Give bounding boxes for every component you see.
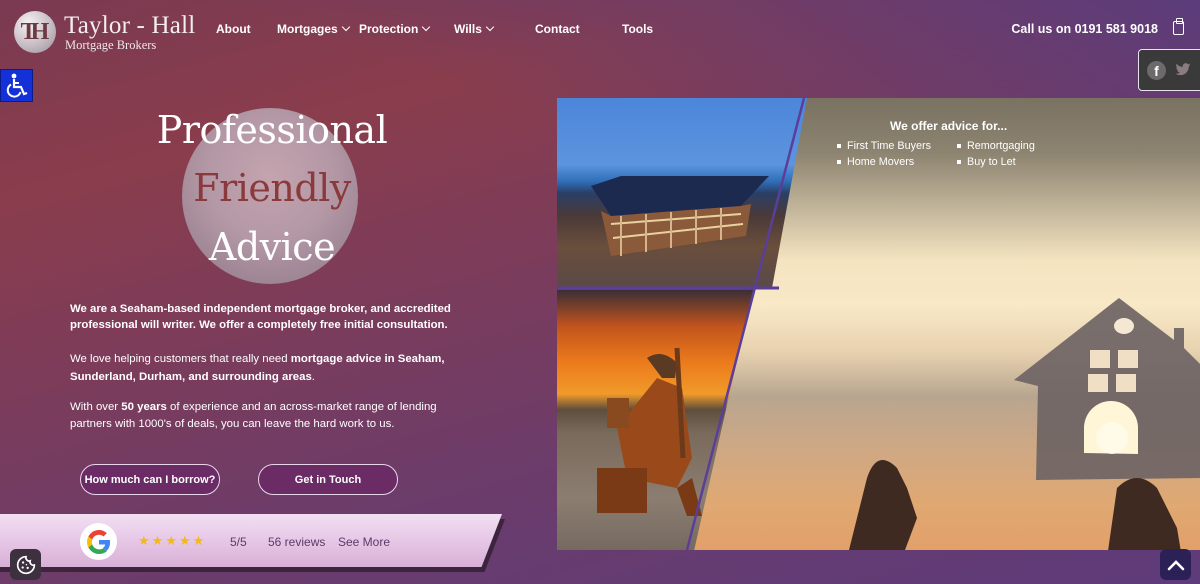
nav-label: Wills: [454, 22, 482, 36]
offer-heading: We offer advice for...: [890, 119, 1008, 133]
review-count: 56 reviews: [268, 535, 326, 549]
logo-title: Taylor - Hall: [64, 11, 196, 39]
text: initial consultation.: [340, 319, 448, 331]
chevron-up-icon: [1167, 559, 1184, 570]
hero-heading-line-2: Friendly: [193, 166, 351, 210]
seaham-building-photo: [557, 98, 807, 288]
star-icon: ★: [192, 533, 205, 548]
offer-item: Remortgaging: [957, 138, 1035, 154]
soldier-statue-illustration: [597, 347, 702, 516]
nav-label: Mortgages: [277, 22, 338, 36]
emphasis: completely free: [257, 319, 341, 331]
text: With over: [70, 401, 122, 413]
offer-list-left: First Time Buyers Home Movers: [837, 138, 931, 170]
experience-paragraph: With over 50 years of experience and an …: [70, 399, 470, 433]
back-to-top-button[interactable]: [1160, 549, 1191, 580]
hands-silhouette: [847, 460, 1182, 550]
star-icon: ★: [151, 533, 164, 548]
nav-item-contact[interactable]: Contact: [535, 22, 580, 36]
social-links: f: [1138, 49, 1200, 91]
cookie-icon: [16, 555, 35, 574]
star-icon: ★: [138, 533, 150, 548]
star-rating: ★ ★ ★ ★ ★: [138, 534, 204, 548]
chevron-down-icon: [485, 22, 495, 32]
chevron-down-icon: [422, 22, 431, 32]
twitter-icon[interactable]: [1175, 61, 1191, 77]
nav-label: Protection: [359, 22, 419, 36]
accessibility-button[interactable]: [0, 69, 33, 102]
logo-subtitle: Mortgage Brokers: [65, 37, 157, 52]
intro-paragraph: We are a Seaham-based independent mortga…: [70, 301, 470, 333]
clipboard-icon[interactable]: [1173, 18, 1184, 35]
star-icon: ★: [178, 533, 191, 548]
cookie-settings-button[interactable]: [10, 549, 41, 580]
nav-item-tools[interactable]: Tools: [622, 22, 653, 36]
logo-text: Taylor - Hall Mortgage Brokers: [64, 13, 195, 52]
building-illustration: [591, 176, 769, 256]
facebook-icon[interactable]: f: [1147, 61, 1166, 80]
google-reviews-bar: [0, 514, 502, 567]
wheelchair-icon: [6, 73, 27, 98]
nav-label: Contact: [535, 22, 580, 36]
how-much-can-i-borrow-button[interactable]: How much can I borrow?: [80, 464, 220, 495]
text: .: [311, 371, 315, 383]
star-icon: ★: [165, 533, 177, 548]
text: We love helping customers that really ne…: [70, 353, 291, 365]
get-in-touch-button[interactable]: Get in Touch: [258, 464, 398, 495]
chevron-down-icon: [341, 22, 350, 32]
nav-item-wills[interactable]: Wills: [454, 22, 495, 36]
nav-label: Tools: [622, 22, 654, 36]
emphasis: 50 years: [121, 401, 167, 413]
offer-item: Buy to Let: [957, 154, 1035, 170]
call-us-link[interactable]: Call us on 0191 581 9018: [1011, 22, 1158, 36]
site-header: TH Taylor - Hall Mortgage Brokers About …: [0, 0, 1200, 62]
nav-item-about[interactable]: About: [216, 22, 251, 36]
offer-list-right: Remortgaging Buy to Let: [957, 138, 1035, 170]
hero-heading-line-3: Advice: [208, 225, 336, 269]
nav-item-protection[interactable]: Protection: [359, 22, 431, 36]
logo[interactable]: TH Taylor - Hall Mortgage Brokers: [14, 11, 195, 53]
logo-monogram: TH: [14, 11, 56, 53]
hero-heading-line-1: Professional: [156, 108, 388, 152]
review-score: 5/5: [230, 535, 247, 549]
offer-item: First Time Buyers: [837, 138, 931, 154]
nav-item-mortgages[interactable]: Mortgages: [277, 22, 350, 36]
google-logo-icon: [80, 523, 117, 560]
offer-item: Home Movers: [837, 154, 931, 170]
nav-label: About: [216, 22, 251, 36]
see-more-reviews-link[interactable]: See More: [338, 535, 390, 549]
areas-paragraph: We love helping customers that really ne…: [70, 350, 470, 386]
